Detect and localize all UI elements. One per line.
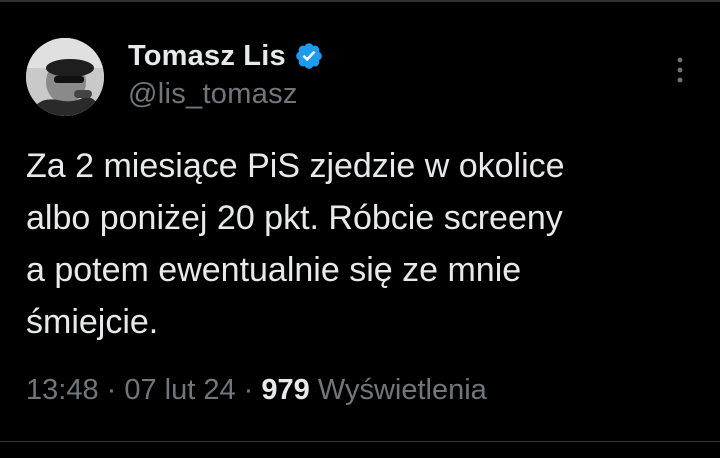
tweet-card[interactable]: Tomasz Lis @lis_tomasz Za 2 miesiące PiS… [0,0,720,458]
tweet-meta: 13:48 · 07 lut 24 · 979 Wyświetlenia [26,374,487,407]
author-block: Tomasz Lis @lis_tomasz [128,38,324,111]
author-handle[interactable]: @lis_tomasz [128,78,324,111]
meta-separator: · [98,374,125,406]
verified-badge-icon [294,41,324,71]
meta-separator: · [235,374,262,406]
avatar-photo-icon [26,38,104,116]
views-label: Wyświetlenia [309,374,487,406]
name-row: Tomasz Lis [128,38,324,74]
more-options-icon[interactable] [666,52,694,88]
tweet-date[interactable]: 07 lut 24 [124,374,235,406]
tweet-text: Za 2 miesiące PiS zjedzie w okolice albo… [26,147,565,341]
author-display-name[interactable]: Tomasz Lis [128,40,286,73]
user-avatar[interactable] [26,38,104,116]
views-count: 979 [261,374,310,406]
tweet-time[interactable]: 13:48 [26,374,99,406]
bottom-divider [0,441,720,442]
